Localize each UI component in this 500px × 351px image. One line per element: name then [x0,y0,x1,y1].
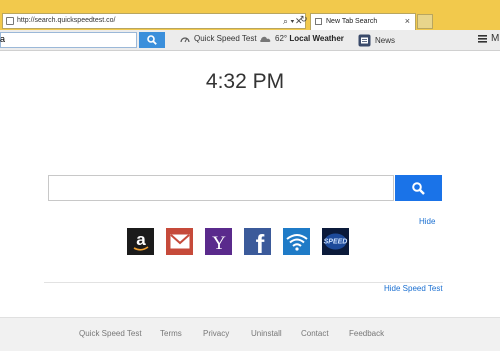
search-icon [147,35,157,45]
facebook-icon: f [255,230,264,254]
refresh-icon[interactable]: ↻ [300,14,308,25]
search-dropdown-icon[interactable]: ⌕ ▾ [283,15,294,27]
yahoo-tile[interactable]: Y [205,228,232,255]
wifi-tile[interactable] [283,228,310,255]
hide-speed-test-link[interactable]: Hide Speed Test [384,284,443,293]
speed-test-link[interactable]: Quick Speed Test [180,34,257,43]
tab-title: New Tab Search [326,18,378,25]
speed-test-label: Quick Speed Test [194,34,257,43]
footer-link-contact[interactable]: Contact [301,329,329,338]
search-icon [412,181,425,195]
gmail-icon [169,234,190,249]
footer-link-feedback[interactable]: Feedback [349,329,384,338]
footer: Quick Speed Test Terms Privacy Uninstall… [0,317,500,351]
yahoo-icon: Y [212,233,226,252]
main-search-input[interactable] [48,175,394,201]
speed-logo-icon: SPEED [324,233,348,250]
tab-page-icon [315,18,322,25]
toolbar-search-value: a [0,34,6,44]
svg-text:Y: Y [212,233,226,252]
menu-button[interactable]: M [478,33,499,44]
hamburger-icon [478,35,487,43]
menu-label: M [491,33,500,44]
footer-link-terms[interactable]: Terms [160,329,182,338]
gmail-tile[interactable] [166,228,193,255]
main-search-button[interactable] [395,175,442,201]
svg-text:a: a [136,231,146,249]
weather-temp: 62° [275,34,288,43]
svg-text:SPEED: SPEED [324,239,348,246]
amazon-tile[interactable]: a [127,228,154,255]
page-icon [6,17,14,25]
extension-toolbar: a Quick Speed Test 62° Local Weather New… [0,30,500,51]
news-icon [358,34,371,47]
hide-link[interactable]: Hide [419,217,435,226]
news-link[interactable]: News [358,34,395,47]
footer-link-privacy[interactable]: Privacy [203,329,229,338]
tab-close-icon[interactable]: × [405,16,410,26]
tab-new-tab-search[interactable]: New Tab Search × [310,13,416,30]
section-divider [44,282,443,283]
weather-cloud-icon [260,36,271,42]
weather-label: Local Weather [289,34,344,43]
url-text[interactable]: http://search.quickspeedtest.co/ [17,17,115,24]
clock-display: 4:32 PM [205,70,285,93]
news-label: News [375,36,396,45]
footer-link-uninstall[interactable]: Uninstall [251,329,282,338]
facebook-tile[interactable]: f [244,228,271,255]
speedometer-icon [180,36,190,42]
toolbar-search-input[interactable]: a [0,32,137,48]
address-bar[interactable]: http://search.quickspeedtest.co/ ⌕ ▾ ✕ [2,13,306,29]
wifi-icon [285,233,308,251]
toolbar-search-button[interactable] [139,32,165,48]
svg-text:f: f [255,230,264,254]
amazon-icon: a [133,231,148,251]
new-tab-button[interactable] [417,14,433,29]
weather-link[interactable]: 62° Local Weather [259,34,344,43]
footer-link-quick-speed-test[interactable]: Quick Speed Test [79,329,142,338]
speed-tile[interactable]: SPEED [322,228,349,255]
